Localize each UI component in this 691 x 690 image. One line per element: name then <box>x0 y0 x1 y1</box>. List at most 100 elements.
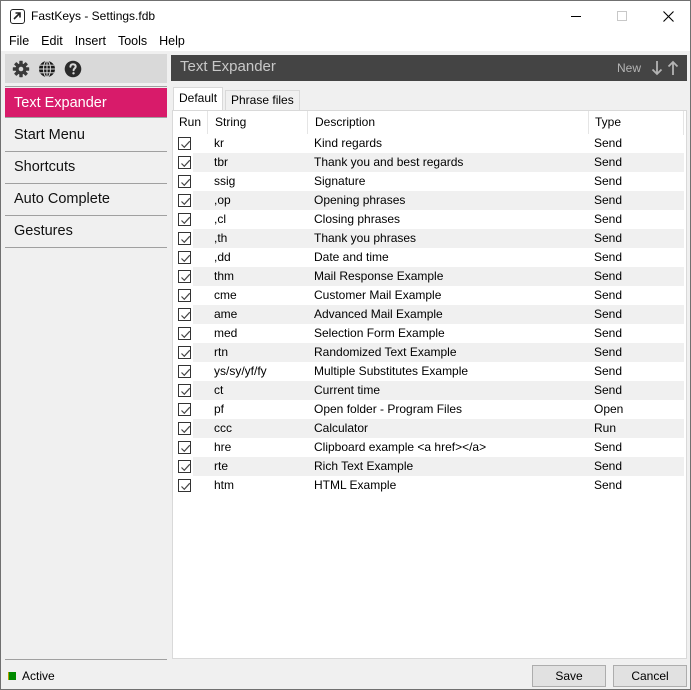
tab-default[interactable]: Default <box>173 87 224 110</box>
sidebar-item-gestures[interactable]: Gestures <box>5 216 167 248</box>
table-row[interactable]: ccc Calculator Run <box>173 419 684 438</box>
menu-insert[interactable]: Insert <box>69 31 112 51</box>
run-checkbox[interactable] <box>178 422 191 435</box>
run-checkbox[interactable] <box>178 384 191 397</box>
cell-type: Send <box>594 288 623 302</box>
cell-type: Send <box>594 231 623 245</box>
table-row[interactable]: ,cl Closing phrases Send <box>173 210 684 229</box>
cell-type: Send <box>594 307 623 321</box>
cell-type: Send <box>594 193 623 207</box>
run-checkbox[interactable] <box>178 403 191 416</box>
cell-string: ,th <box>214 231 228 245</box>
run-checkbox[interactable] <box>178 232 191 245</box>
cell-description: Multiple Substitutes Example <box>314 364 469 378</box>
table-row[interactable]: rtn Randomized Text Example Send <box>173 343 684 362</box>
sidebar-item-shortcuts[interactable]: Shortcuts <box>5 152 167 184</box>
table-row[interactable]: rte Rich Text Example Send <box>173 457 684 476</box>
status-indicator <box>8 672 16 680</box>
run-checkbox[interactable] <box>178 327 191 340</box>
help-button[interactable] <box>63 59 83 79</box>
checkmark-icon <box>181 140 191 149</box>
menu-edit[interactable]: Edit <box>35 31 69 51</box>
sidebar-item-start-menu[interactable]: Start Menu <box>5 120 167 152</box>
run-checkbox[interactable] <box>178 460 191 473</box>
new-button[interactable]: New <box>617 61 641 75</box>
run-checkbox[interactable] <box>178 346 191 359</box>
cell-type: Run <box>594 421 617 435</box>
table-row[interactable]: hre Clipboard example <a href></a> Send <box>173 438 684 457</box>
language-button[interactable] <box>37 59 57 79</box>
table-row[interactable]: kr Kind regards Send <box>173 134 684 153</box>
run-checkbox[interactable] <box>178 251 191 264</box>
sidebar-divider <box>5 86 167 87</box>
table-row[interactable]: ,op Opening phrases Send <box>173 191 684 210</box>
table-header: Run String Description Type <box>173 111 684 135</box>
run-checkbox[interactable] <box>178 365 191 378</box>
sidebar-item-text-expander[interactable]: Text Expander <box>5 88 167 118</box>
table-body: kr Kind regards Send tbr Thank you and best … <box>173 134 684 495</box>
cell-description: Advanced Mail Example <box>314 307 443 321</box>
cell-description: Randomized Text Example <box>314 345 457 359</box>
cell-type: Send <box>594 364 623 378</box>
run-checkbox[interactable] <box>178 479 191 492</box>
run-checkbox[interactable] <box>178 175 191 188</box>
column-header-type[interactable]: Type <box>589 111 684 134</box>
checkmark-icon <box>181 330 191 339</box>
table-row[interactable]: cme Customer Mail Example Send <box>173 286 684 305</box>
column-header-string[interactable]: String <box>208 111 308 134</box>
sidebar-item-auto-complete[interactable]: Auto Complete <box>5 184 167 216</box>
checkmark-icon <box>181 197 191 206</box>
run-checkbox[interactable] <box>178 289 191 302</box>
table-row[interactable]: htm HTML Example Send <box>173 476 684 495</box>
table-row[interactable]: thm Mail Response Example Send <box>173 267 684 286</box>
run-checkbox[interactable] <box>178 213 191 226</box>
menu-file[interactable]: File <box>3 31 35 51</box>
cell-type: Send <box>594 383 623 397</box>
cell-string: ,op <box>214 193 231 207</box>
settings-button[interactable] <box>11 59 31 79</box>
table-row[interactable]: ct Current time Send <box>173 381 684 400</box>
cell-description: HTML Example <box>314 478 397 492</box>
menu-bar: File Edit Insert Tools Help <box>1 31 690 51</box>
run-checkbox[interactable] <box>178 308 191 321</box>
table-row[interactable]: ame Advanced Mail Example Send <box>173 305 684 324</box>
tab-phrase-files[interactable]: Phrase files <box>225 90 300 110</box>
run-checkbox[interactable] <box>178 156 191 169</box>
cell-string: ame <box>214 307 238 321</box>
column-header-run[interactable]: Run <box>173 111 208 134</box>
cell-description: Customer Mail Example <box>314 288 442 302</box>
arrow-down-icon[interactable] <box>650 59 664 77</box>
cell-string: rte <box>214 459 229 473</box>
cell-string: tbr <box>214 155 229 169</box>
cell-string: hre <box>214 440 232 454</box>
table-row[interactable]: med Selection Form Example Send <box>173 324 684 343</box>
cell-string: ,dd <box>214 250 231 264</box>
table-row[interactable]: ,th Thank you phrases Send <box>173 229 684 248</box>
cell-description: Mail Response Example <box>314 269 444 283</box>
checkmark-icon <box>181 444 191 453</box>
menu-tools[interactable]: Tools <box>112 31 153 51</box>
table-row[interactable]: ,dd Date and time Send <box>173 248 684 267</box>
run-checkbox[interactable] <box>178 441 191 454</box>
close-button[interactable] <box>645 1 691 31</box>
save-button[interactable]: Save <box>532 665 606 687</box>
checkmark-icon <box>181 425 191 434</box>
maximize-button[interactable] <box>599 1 645 31</box>
checkmark-icon <box>181 216 191 225</box>
cell-type: Send <box>594 269 623 283</box>
minimize-icon <box>571 15 581 17</box>
run-checkbox[interactable] <box>178 194 191 207</box>
table-row[interactable]: tbr Thank you and best regards Send <box>173 153 684 172</box>
run-checkbox[interactable] <box>178 137 191 150</box>
arrow-up-icon[interactable] <box>666 59 680 77</box>
table-row[interactable]: pf Open folder - Program Files Open <box>173 400 684 419</box>
globe-icon <box>39 60 55 77</box>
cell-description: Opening phrases <box>314 193 406 207</box>
menu-help[interactable]: Help <box>153 31 191 51</box>
table-row[interactable]: ssig Signature Send <box>173 172 684 191</box>
table-row[interactable]: ys/sy/yf/fy Multiple Substitutes Example S… <box>173 362 684 381</box>
column-header-description[interactable]: Description <box>308 111 589 134</box>
cancel-button[interactable]: Cancel <box>613 665 687 687</box>
run-checkbox[interactable] <box>178 270 191 283</box>
minimize-button[interactable] <box>553 1 599 31</box>
